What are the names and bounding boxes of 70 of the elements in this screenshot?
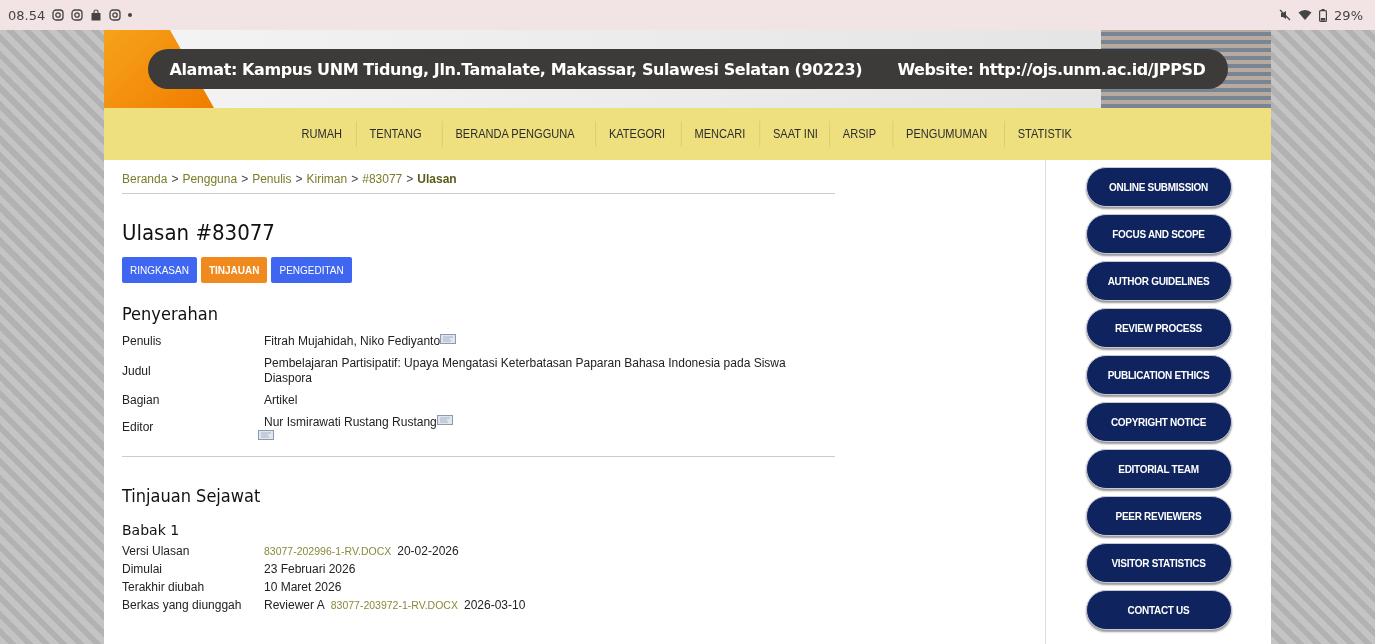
nav-link[interactable]: ARSIP <box>829 121 890 147</box>
camera-icon <box>109 9 122 21</box>
page-title: Ulasan #83077 <box>122 220 276 245</box>
dot-icon <box>128 13 133 17</box>
file-link[interactable]: 83077-203972-1-RV.DOCX <box>330 598 458 613</box>
nav-link[interactable]: RUMAH <box>289 121 356 147</box>
website-text: Website: http://ojs.unm.ac.id/JPPSD <box>897 59 1206 79</box>
breadcrumb-separator: > <box>406 172 414 186</box>
field-label: Versi Ulasan <box>122 544 191 559</box>
field-value: Pembelajaran Partisipatif: Upaya Mengatasi Keterbatasan Paparan Bahasa Indonesia pada Siswa Diaspora <box>264 356 787 386</box>
breadcrumb-link[interactable]: Ulasan <box>417 172 457 186</box>
sidebar-button[interactable]: FOCUS AND SCOPE <box>1085 214 1232 254</box>
breadcrumb-separator: > <box>351 172 359 186</box>
sidebar-button[interactable]: REVIEW PROCESS <box>1085 308 1232 348</box>
sidebar-button[interactable]: PUBLICATION ETHICS <box>1085 355 1232 395</box>
field-value: 2026-03-10 <box>463 598 526 613</box>
sidebar-button[interactable]: CONTACT US <box>1085 590 1232 630</box>
nav-link[interactable]: BERANDA PENGGUNA <box>442 121 588 147</box>
sidebar-button[interactable]: AUTHOR GUIDELINES <box>1085 261 1232 301</box>
shopping-bag-icon <box>90 9 103 21</box>
field-value: 20-02-2026 <box>397 544 459 559</box>
sidebar-button[interactable]: VISITOR STATISTICS <box>1085 543 1232 583</box>
wifi-icon <box>1298 9 1313 21</box>
sidebar-button[interactable]: ONLINE SUBMISSION <box>1085 167 1232 207</box>
envelope-icon[interactable] <box>440 334 457 344</box>
mute-icon <box>1279 9 1292 21</box>
breadcrumb-link[interactable]: Beranda <box>122 172 168 186</box>
camera-icon <box>52 9 65 21</box>
nav-link[interactable]: PENGUMUMAN <box>892 121 1000 147</box>
envelope-icon[interactable] <box>258 430 274 440</box>
nav-link[interactable]: TENTANG <box>355 121 435 147</box>
field-label: Dimulai <box>122 562 163 577</box>
field-label: Editor <box>122 420 155 435</box>
battery-percent: 29% <box>1334 7 1363 23</box>
address-text: Alamat: Kampus UNM Tidung, Jln.Tamalate, Makassar, Sulawesi Selatan (90223) <box>169 59 863 79</box>
field-label: Penulis <box>122 334 163 349</box>
sidebar-button[interactable]: COPYRIGHT NOTICE <box>1085 402 1232 442</box>
breadcrumb-separator: > <box>241 172 249 186</box>
field-label: Berkas yang diunggah <box>122 598 243 613</box>
clock-text: 08.54 <box>8 7 46 23</box>
nav-link[interactable]: MENCARI <box>680 121 758 147</box>
breadcrumb-separator: > <box>295 172 303 186</box>
field-value: Nur Ismirawati Rustang Rustang <box>264 415 437 430</box>
nav-link[interactable]: STATISTIK <box>1003 121 1085 147</box>
field-value: 10 Maret 2026 <box>264 580 342 595</box>
field-value: Fitrah Mujahidah, Niko Fediyanto <box>264 334 441 349</box>
file-link[interactable]: 83077-202996-1-RV.DOCX <box>264 544 392 559</box>
field-label: Terakhir diubah <box>122 580 206 595</box>
field-value: Artikel <box>264 393 298 408</box>
breadcrumb-link[interactable]: Kiriman <box>306 172 348 186</box>
camera-icon <box>71 9 84 21</box>
tab-button[interactable]: PENGEDITAN <box>271 257 352 283</box>
sidebar-button[interactable]: EDITORIAL TEAM <box>1085 449 1232 489</box>
tab-button[interactable]: RINGKASAN <box>122 257 197 283</box>
breadcrumb-link[interactable]: Penulis <box>252 172 292 186</box>
field-label: Judul <box>122 363 152 379</box>
nav-link[interactable]: SAAT INI <box>758 121 831 147</box>
envelope-icon[interactable] <box>436 415 453 425</box>
breadcrumb-separator: > <box>171 172 179 186</box>
nav-link[interactable]: KATEGORI <box>595 121 679 147</box>
breadcrumb-link[interactable]: #83077 <box>362 172 403 186</box>
breadcrumb-link[interactable]: Pengguna <box>182 172 238 186</box>
field-value: 23 Februari 2026 <box>264 562 356 577</box>
field-label: Bagian <box>122 393 161 408</box>
section-heading: Tinjauan Sejawat <box>122 485 262 506</box>
round-heading: Babak 1 <box>122 522 181 538</box>
battery-icon <box>1319 8 1328 22</box>
sidebar-button[interactable]: PEER REVIEWERS <box>1085 496 1232 536</box>
section-heading: Penyerahan <box>122 303 219 324</box>
field-value: Reviewer A <box>264 598 325 613</box>
